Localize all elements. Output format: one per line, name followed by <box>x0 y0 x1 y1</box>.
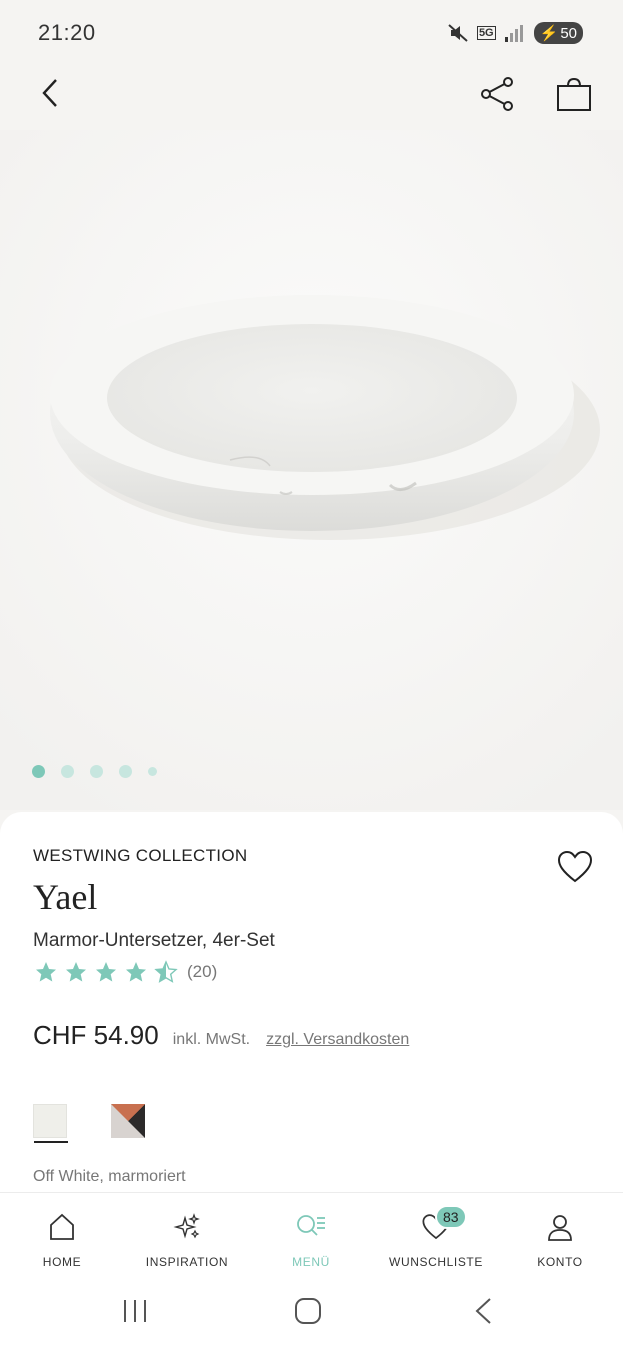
status-icons: 5G ⚡ 50 <box>447 22 583 44</box>
selected-color-label: Off White, marmoriert <box>33 1168 186 1185</box>
battery-level: 50 <box>560 24 577 42</box>
nav-label: KONTO <box>537 1255 583 1269</box>
rating-count[interactable]: (20) <box>187 962 217 982</box>
mute-icon <box>448 24 468 42</box>
gallery-dot[interactable] <box>61 765 74 778</box>
battery-indicator: ⚡ 50 <box>533 22 583 44</box>
nav-wishlist[interactable]: 83 WUNSCHLISTE <box>381 1205 491 1269</box>
recent-apps-button[interactable] <box>120 1296 150 1331</box>
product-subtitle: Marmor-Untersetzer, 4er-Set <box>33 930 275 951</box>
gallery-dot[interactable] <box>90 765 103 778</box>
shopping-bag-button[interactable] <box>554 76 594 112</box>
shopping-bag-icon <box>557 77 591 111</box>
chevron-left-icon <box>42 79 57 107</box>
star-icon <box>126 962 146 982</box>
signal-icon <box>504 25 523 42</box>
star-icon <box>66 962 86 982</box>
back-button[interactable] <box>34 76 66 110</box>
nav-account[interactable]: KONTO <box>505 1211 615 1269</box>
user-icon <box>548 1215 572 1241</box>
share-button[interactable] <box>478 76 516 112</box>
sparkle-icon <box>173 1213 200 1239</box>
bottom-navigation: HOME INSPIRATION MENÜ 83 WUNSCHLISTE KON… <box>0 1192 623 1278</box>
half-star-icon <box>154 960 178 983</box>
search-menu-icon <box>297 1215 325 1236</box>
network-5g-icon: 5G <box>476 26 496 40</box>
gallery-dot[interactable] <box>148 767 157 776</box>
home-circle-icon <box>295 1298 321 1324</box>
color-swatch-off-white[interactable] <box>33 1104 68 1143</box>
product-info-sheet: WESTWING COLLECTION Yael Marmor-Unterset… <box>0 812 623 1192</box>
nav-home[interactable]: HOME <box>7 1211 117 1269</box>
nav-label: MENÜ <box>292 1255 330 1269</box>
shipping-link[interactable]: zzgl. Versandkosten <box>266 1031 409 1049</box>
top-bar <box>0 70 623 120</box>
home-system-button[interactable] <box>293 1296 323 1331</box>
price: CHF 54.90 <box>33 1020 159 1050</box>
price-row: CHF 54.90 inkl. MwSt. zzgl. Versandkoste… <box>33 1020 409 1051</box>
gallery-dot[interactable] <box>119 765 132 778</box>
product-name: Yael <box>33 877 98 917</box>
home-icon <box>50 1213 74 1240</box>
system-navigation-bar <box>0 1278 623 1350</box>
status-time: 21:20 <box>38 20 96 45</box>
nav-menu[interactable]: MENÜ <box>256 1211 366 1269</box>
heart-icon <box>557 850 593 883</box>
nav-label: INSPIRATION <box>145 1255 229 1269</box>
charging-icon: ⚡ <box>539 25 559 42</box>
product-image[interactable] <box>0 130 623 810</box>
add-to-wishlist-button[interactable] <box>556 850 594 884</box>
brand-name[interactable]: WESTWING COLLECTION <box>33 846 247 866</box>
selected-indicator <box>34 1141 68 1143</box>
color-swatch-multicolor[interactable] <box>111 1104 145 1138</box>
status-bar: 21:20 5G ⚡ 50 <box>0 0 623 66</box>
share-icon <box>481 77 513 111</box>
gallery-dot[interactable] <box>32 765 45 778</box>
back-arrow-icon <box>475 1298 491 1324</box>
vat-note: inkl. MwSt. <box>172 1031 251 1048</box>
nav-label: WUNSCHLISTE <box>389 1255 483 1269</box>
color-swatches <box>33 1104 145 1143</box>
star-icon <box>96 962 116 982</box>
nav-inspiration[interactable]: INSPIRATION <box>132 1211 242 1269</box>
star-icon <box>36 962 56 982</box>
recent-apps-icon <box>124 1300 146 1322</box>
rating[interactable]: (20) <box>33 960 217 984</box>
system-back-button[interactable] <box>472 1296 494 1331</box>
nav-label: HOME <box>42 1255 82 1269</box>
marble-coaster-image <box>0 130 623 810</box>
wishlist-count-badge: 83 <box>435 1205 467 1229</box>
gallery-pagination[interactable] <box>32 765 157 778</box>
